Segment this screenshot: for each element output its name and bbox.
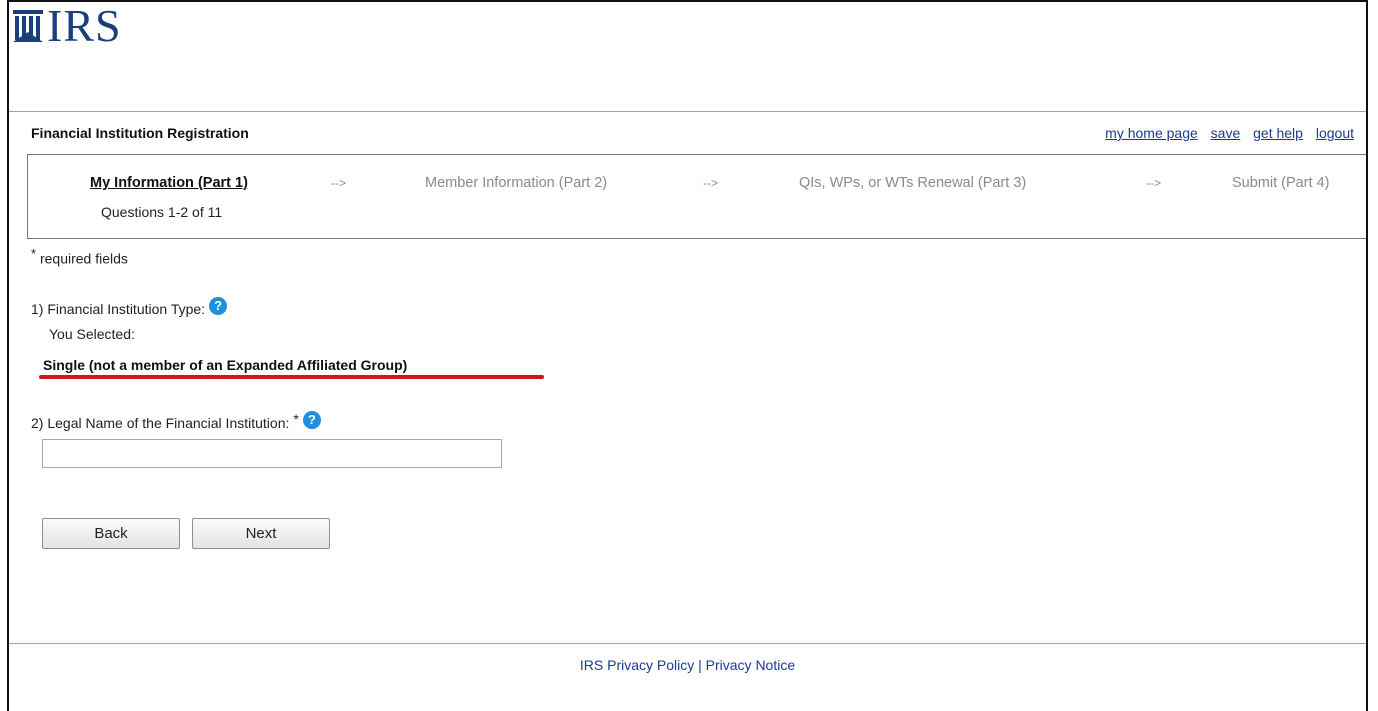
step-my-information: My Information (Part 1) xyxy=(90,175,248,191)
save-link[interactable]: save xyxy=(1211,125,1241,141)
help-icon[interactable]: ? xyxy=(302,411,321,429)
top-links: my home page save get help logout xyxy=(1096,125,1354,141)
irs-privacy-policy-link[interactable]: IRS Privacy Policy xyxy=(580,657,694,673)
page-title: Financial Institution Registration xyxy=(31,125,249,141)
annotation-underline xyxy=(39,375,544,379)
required-asterisk: * xyxy=(293,411,299,427)
step-renewal: QIs, WPs, or WTs Renewal (Part 3) xyxy=(799,175,1027,191)
you-selected-label: You Selected: xyxy=(49,326,135,342)
question-2-label: 2) Legal Name of the Financial Instituti… xyxy=(31,415,290,431)
get-help-link[interactable]: get help xyxy=(1253,125,1303,141)
step-arrow: --> xyxy=(1146,176,1161,190)
logout-link[interactable]: logout xyxy=(1316,125,1354,141)
step-submit: Submit (Part 4) xyxy=(1232,175,1330,191)
required-fields-note: * required fields xyxy=(31,246,128,267)
next-button[interactable]: Next xyxy=(192,518,330,549)
header-divider xyxy=(9,111,1366,112)
back-button[interactable]: Back xyxy=(42,518,180,549)
step-progress: My Information (Part 1) --> Member Infor… xyxy=(27,154,1366,239)
required-fields-text: required fields xyxy=(39,250,128,267)
required-asterisk: * xyxy=(31,246,37,261)
my-home-page-link[interactable]: my home page xyxy=(1105,125,1198,141)
selected-institution-type: Single (not a member of an Expanded Affi… xyxy=(43,357,408,373)
step-arrow: --> xyxy=(331,176,346,190)
step-member-information: Member Information (Part 2) xyxy=(425,175,608,191)
page-frame: IRS Financial Institution Registration m… xyxy=(7,0,1368,711)
question-1-label: 1) Financial Institution Type: xyxy=(31,301,206,317)
question-progress: Questions 1-2 of 11 xyxy=(101,204,223,220)
question-2: 2) Legal Name of the Financial Instituti… xyxy=(31,411,321,431)
footer-divider xyxy=(9,643,1366,644)
irs-logo: IRS xyxy=(11,2,122,50)
logo-text: IRS xyxy=(47,0,122,51)
question-1: 1) Financial Institution Type: ? xyxy=(31,297,228,317)
footer-separator: | xyxy=(698,657,702,673)
step-arrow: --> xyxy=(703,176,718,190)
irs-eagle-icon xyxy=(13,10,43,42)
footer: IRS Privacy Policy | Privacy Notice xyxy=(9,657,1366,673)
legal-name-input[interactable] xyxy=(42,439,502,468)
privacy-notice-link[interactable]: Privacy Notice xyxy=(706,657,795,673)
help-icon[interactable]: ? xyxy=(209,297,228,315)
